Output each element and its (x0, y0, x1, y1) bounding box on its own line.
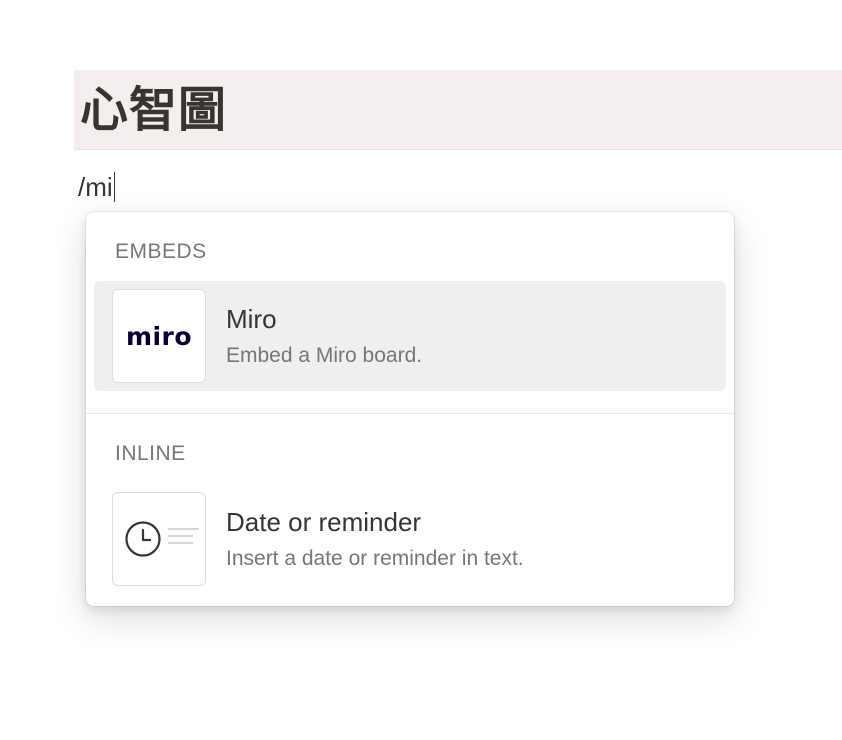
menu-item-miro[interactable]: miro Miro Embed a Miro board. (94, 281, 726, 391)
notion-page: 心智圖 /mi EMBEDS miro Miro Embed a Miro bo… (0, 0, 842, 740)
section-divider (86, 413, 734, 414)
command-input-line[interactable]: /mi (78, 170, 116, 204)
menu-item-title: Date or reminder (226, 507, 422, 537)
slash-command-text[interactable]: /mi (78, 170, 113, 204)
miro-thumbnail: miro (112, 289, 206, 383)
miro-logo: miro (125, 321, 193, 351)
clock-icon (125, 521, 199, 557)
menu-item-description: Embed a Miro board. (226, 344, 423, 367)
page-title[interactable]: 心智圖 (80, 80, 227, 140)
text-caret (113, 172, 116, 202)
menu-item-title: Miro (226, 304, 277, 334)
page-title-block[interactable]: 心智圖 (74, 70, 842, 150)
section-label-inline: INLINE (115, 442, 186, 465)
menu-item-description: Insert a date or reminder in text. (226, 547, 524, 570)
slash-command-menu: EMBEDS miro Miro Embed a Miro board. INL… (86, 212, 734, 606)
menu-item-date-or-reminder[interactable]: Date or reminder Insert a date or remind… (94, 484, 726, 594)
date-thumbnail (112, 492, 206, 586)
section-label-embeds: EMBEDS (115, 240, 207, 263)
